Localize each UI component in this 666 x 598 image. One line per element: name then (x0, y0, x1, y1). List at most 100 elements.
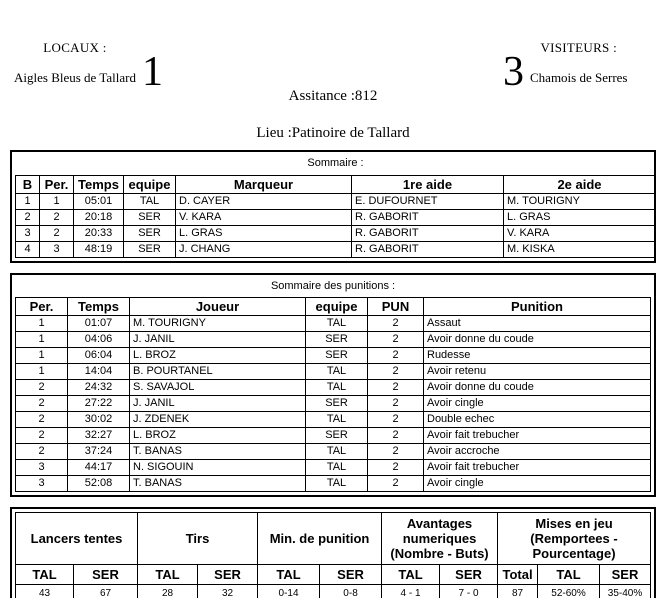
table-row: 3220:33SERL. GRASR. GABORITV. KARA- (15, 224, 656, 242)
table-cell: SER (305, 427, 368, 444)
stats-subhead: TAL (15, 564, 74, 585)
table-cell: 2 (15, 208, 40, 226)
table-cell: Double echec (423, 411, 651, 428)
stats-value-row: 43 67 28 32 0-14 0-8 4 - 17 - 0 87 52-60% 35-40% (15, 584, 651, 598)
table-cell: 4 (15, 240, 40, 258)
away-side-label: VISITEURS : (540, 40, 618, 55)
stats-subhead: TAL (381, 564, 441, 585)
table-cell: J. JANIL (129, 395, 306, 412)
table-cell: J. JANIL (129, 331, 306, 348)
table-cell: 24:32 (67, 379, 130, 396)
table-cell: TAL (305, 363, 368, 380)
stats-group-header: Avantages numeriques (Nombre - Buts) (381, 512, 499, 565)
summary-col-per: Per. (39, 174, 74, 194)
table-cell: Avoir retenu (423, 363, 651, 380)
table-cell: 1 (39, 192, 74, 210)
away-team-block: VISITEURS : Chamois de Serres 3 (497, 40, 627, 93)
table-cell: 3 (15, 459, 68, 476)
home-score: 1 (141, 49, 163, 95)
stats-subhead: SER (319, 564, 383, 585)
table-cell: SER (305, 347, 368, 364)
table-row: 4348:19SERJ. CHANGR. GABORITM. KISKA- (15, 240, 656, 258)
table-cell: Avoir accroche (423, 443, 651, 460)
stats-group-header: Min. de punition (257, 512, 383, 565)
table-cell: SER (123, 224, 176, 242)
table-cell: TAL (123, 192, 176, 210)
summary-caption: Sommaire : (307, 157, 364, 170)
table-cell: TAL (305, 379, 368, 396)
table-cell: 3 (15, 224, 40, 242)
home-side-label: LOCAUX : (43, 40, 107, 55)
penalties-col-equipe: equipe (305, 297, 368, 316)
summary-table: Sommaire : B Per. Temps equipe Marqueur … (15, 155, 656, 258)
table-cell: SER (305, 395, 368, 412)
table-cell: 3 (39, 240, 74, 258)
table-row: 1 1 05:01 TAL D. CAYER E. DUFOURNET M. TOURIGN… (15, 192, 656, 210)
table-cell: Rudesse (423, 347, 651, 364)
penalties-panel: Sommaire des punitions : Per. Temps Joue… (10, 272, 656, 497)
stats-group-header: Lancers tentes (14, 512, 139, 565)
table-cell: 1 (15, 315, 68, 332)
table-cell: J. CHANG (175, 240, 352, 258)
table-row: 2 37:24 T. BANAS TAL 2 Avoir accroche (15, 443, 651, 460)
table-cell: 32:27 (67, 427, 130, 444)
table-cell: 01:07 (67, 315, 130, 332)
stats-group-header: Tirs (137, 512, 259, 565)
table-cell: L. BROZ (129, 427, 306, 444)
summary-col-temps: Temps (73, 174, 124, 194)
penalties-col-temps: Temps (67, 297, 130, 316)
stats-subhead: Total (497, 564, 539, 585)
table-cell: L. GRAS (503, 208, 656, 226)
attendance-line: Assitance :812 (288, 88, 378, 104)
table-cell: 2 (367, 315, 424, 332)
table-cell: 2 (15, 427, 68, 444)
table-cell: M. TOURIGNY (503, 192, 656, 210)
table-cell: Avoir cingle (423, 395, 651, 412)
table-cell: Avoir donne du coude (423, 379, 651, 396)
penalties-body: 1 01:07 M. TOURIGNY TAL 2 Assaut 1 04:06 J. JANI… (15, 315, 651, 492)
table-cell: 2 (367, 331, 424, 348)
penalties-col-pun: PUN (367, 297, 424, 316)
stats-subhead: TAL (537, 564, 601, 585)
table-cell: TAL (305, 411, 368, 428)
summary-body: 1 1 05:01 TAL D. CAYER E. DUFOURNET M. TOURIGN… (15, 192, 656, 258)
stats-subhead: SER (599, 564, 651, 585)
stats-subhead-row: TAL SER TAL SER TAL SER TAL SER Total TAL SER (15, 564, 651, 585)
table-cell: 20:33 (73, 224, 124, 242)
table-cell: S. SAVAJOL (129, 379, 306, 396)
table-cell: 2 (39, 224, 74, 242)
table-cell: SER (123, 208, 176, 226)
table-cell: 2 (367, 395, 424, 412)
table-cell: SER (305, 331, 368, 348)
summary-col-equipe: equipe (123, 174, 176, 194)
table-cell: 2 (39, 208, 74, 226)
table-cell: 2 (367, 443, 424, 460)
table-cell: 2 (15, 411, 68, 428)
table-cell: 3 (15, 475, 68, 492)
table-cell: R. GABORIT (351, 224, 504, 242)
table-cell: 1 (15, 331, 68, 348)
penalties-caption: Sommaire des punitions : (270, 279, 396, 292)
table-cell: E. DUFOURNET (351, 192, 504, 210)
table-cell: N. SIGOUIN (129, 459, 306, 476)
table-cell: 2 (15, 395, 68, 412)
table-cell: 2 (367, 475, 424, 492)
table-cell: 2 (15, 379, 68, 396)
away-score: 3 (503, 49, 524, 95)
table-cell: 2 (367, 363, 424, 380)
table-cell: R. GABORIT (351, 208, 504, 226)
stats-value: 28 (137, 584, 199, 598)
stats-value: 0-8 (319, 584, 383, 598)
table-cell: 06:04 (67, 347, 130, 364)
table-cell: TAL (305, 475, 368, 492)
table-row: 2 30:02 J. ZDENEK TAL 2 Double echec (15, 411, 651, 428)
table-cell: 2 (367, 427, 424, 444)
table-cell: 04:06 (67, 331, 130, 348)
penalties-table: Sommaire des punitions : Per. Temps Joue… (15, 278, 651, 492)
stats-value: 87 (497, 584, 539, 598)
stats-group-header: Mises en jeu (Remportees - Pourcentage) (497, 512, 651, 565)
penalties-header-row: Per. Temps Joueur equipe PUN Punition (15, 297, 651, 316)
table-cell: 2 (15, 443, 68, 460)
table-cell: TAL (305, 459, 368, 476)
summary-panel: Sommaire : B Per. Temps equipe Marqueur … (10, 150, 656, 263)
